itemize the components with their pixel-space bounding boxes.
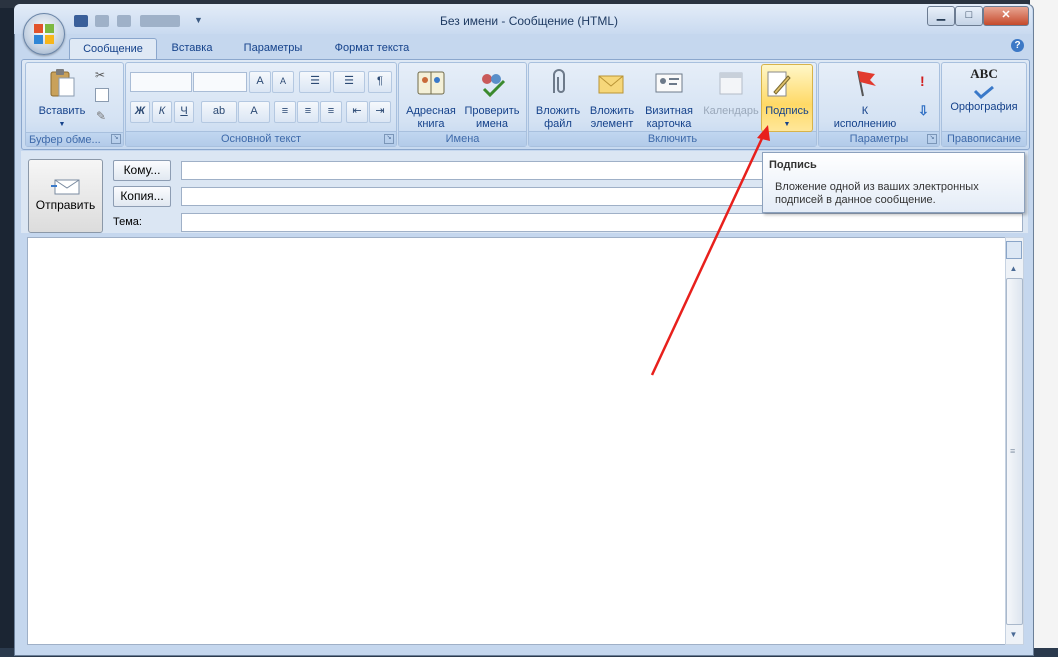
- annotation-arrow-icon: [650, 125, 770, 376]
